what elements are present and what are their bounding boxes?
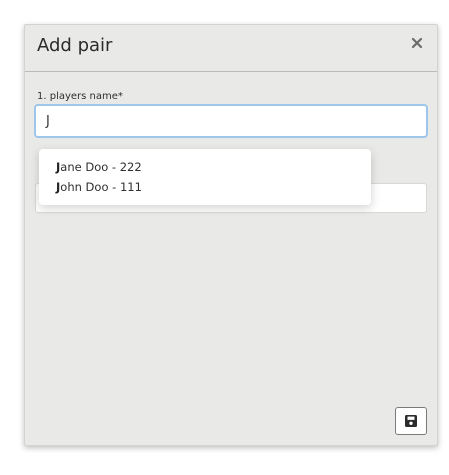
close-button[interactable]	[407, 33, 427, 53]
suggestion-item[interactable]: Jane Doo - 222	[56, 157, 142, 177]
save-button[interactable]	[395, 407, 427, 435]
add-pair-dialog: Add pair 1. players name* J Jane Doo - 2…	[24, 24, 438, 446]
player-name-input-value: J	[46, 113, 50, 129]
suggestions-dropdown: Jane Doo - 222 John Doo - 111	[39, 149, 371, 205]
close-icon	[411, 37, 423, 49]
player-name-label: 1. players name*	[37, 91, 123, 102]
dialog-header: Add pair	[25, 25, 437, 72]
dialog-title: Add pair	[37, 35, 113, 56]
suggestion-text: ane Doo - 222	[60, 160, 142, 174]
suggestion-text: ohn Doo - 111	[60, 180, 142, 194]
player-name-input[interactable]: J	[35, 105, 427, 137]
save-icon	[405, 415, 417, 427]
suggestion-item[interactable]: John Doo - 111	[56, 177, 142, 197]
